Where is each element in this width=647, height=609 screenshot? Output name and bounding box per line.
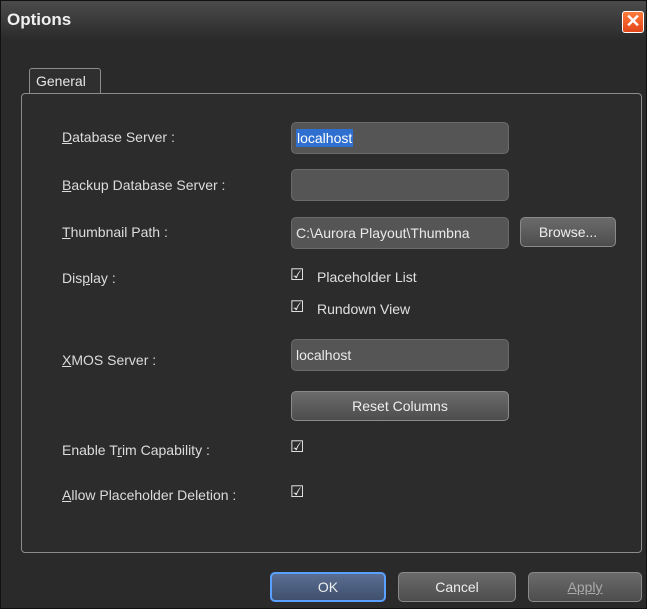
database-server-label: Database Server : [62, 129, 175, 145]
browse-button[interactable]: Browse... [520, 217, 616, 247]
xmos-server-label: XMOS Server : [62, 352, 157, 368]
thumbnail-path-value: C:\Aurora Playout\Thumbna [296, 225, 470, 241]
ok-button[interactable]: OK [270, 572, 386, 602]
display-label: Display : [62, 270, 116, 286]
apply-button[interactable]: Apply [528, 572, 642, 602]
tab-general-label: General [36, 73, 86, 89]
database-server-value: localhost [296, 129, 354, 147]
database-server-field[interactable]: localhost [291, 122, 509, 154]
reset-columns-button[interactable]: Reset Columns [291, 391, 509, 421]
checkmark-icon: ☑ [290, 484, 305, 501]
close-icon: ✕ [625, 11, 641, 31]
checkmark-icon: ☑ [290, 299, 305, 316]
enable-trim-capability-checkbox[interactable]: ☑ [290, 440, 306, 456]
placeholder-list-checkbox[interactable]: ☑ [290, 268, 306, 284]
close-button[interactable]: ✕ [622, 11, 644, 33]
apply-button-label: Apply [567, 579, 603, 595]
cancel-button[interactable]: Cancel [398, 572, 516, 602]
thumbnail-path-label: Thumbnail Path : [62, 224, 168, 240]
checkmark-icon: ☑ [290, 267, 305, 284]
general-panel [21, 93, 642, 553]
xmos-server-value: localhost [296, 347, 352, 363]
backup-database-server-field[interactable] [291, 169, 509, 201]
rundown-view-checkbox[interactable]: ☑ [290, 300, 306, 316]
allow-placeholder-deletion-checkbox[interactable]: ☑ [290, 485, 306, 501]
rundown-view-label: Rundown View [317, 301, 411, 317]
options-dialog: Options ✕ General Database Server : loca… [0, 0, 647, 609]
checkmark-icon: ☑ [290, 439, 305, 456]
tab-general[interactable]: General [29, 68, 101, 94]
backup-database-server-label: Backup Database Server : [62, 177, 226, 193]
placeholder-list-label: Placeholder List [317, 269, 417, 285]
window-title: Options [7, 10, 72, 29]
title-bar[interactable]: Options ✕ [1, 1, 646, 39]
xmos-server-field[interactable]: localhost [291, 339, 509, 371]
enable-trim-capability-label: Enable Trim Capability : [62, 442, 210, 458]
thumbnail-path-field[interactable]: C:\Aurora Playout\Thumbna [291, 217, 509, 249]
allow-placeholder-deletion-label: Allow Placeholder Deletion : [62, 487, 237, 503]
